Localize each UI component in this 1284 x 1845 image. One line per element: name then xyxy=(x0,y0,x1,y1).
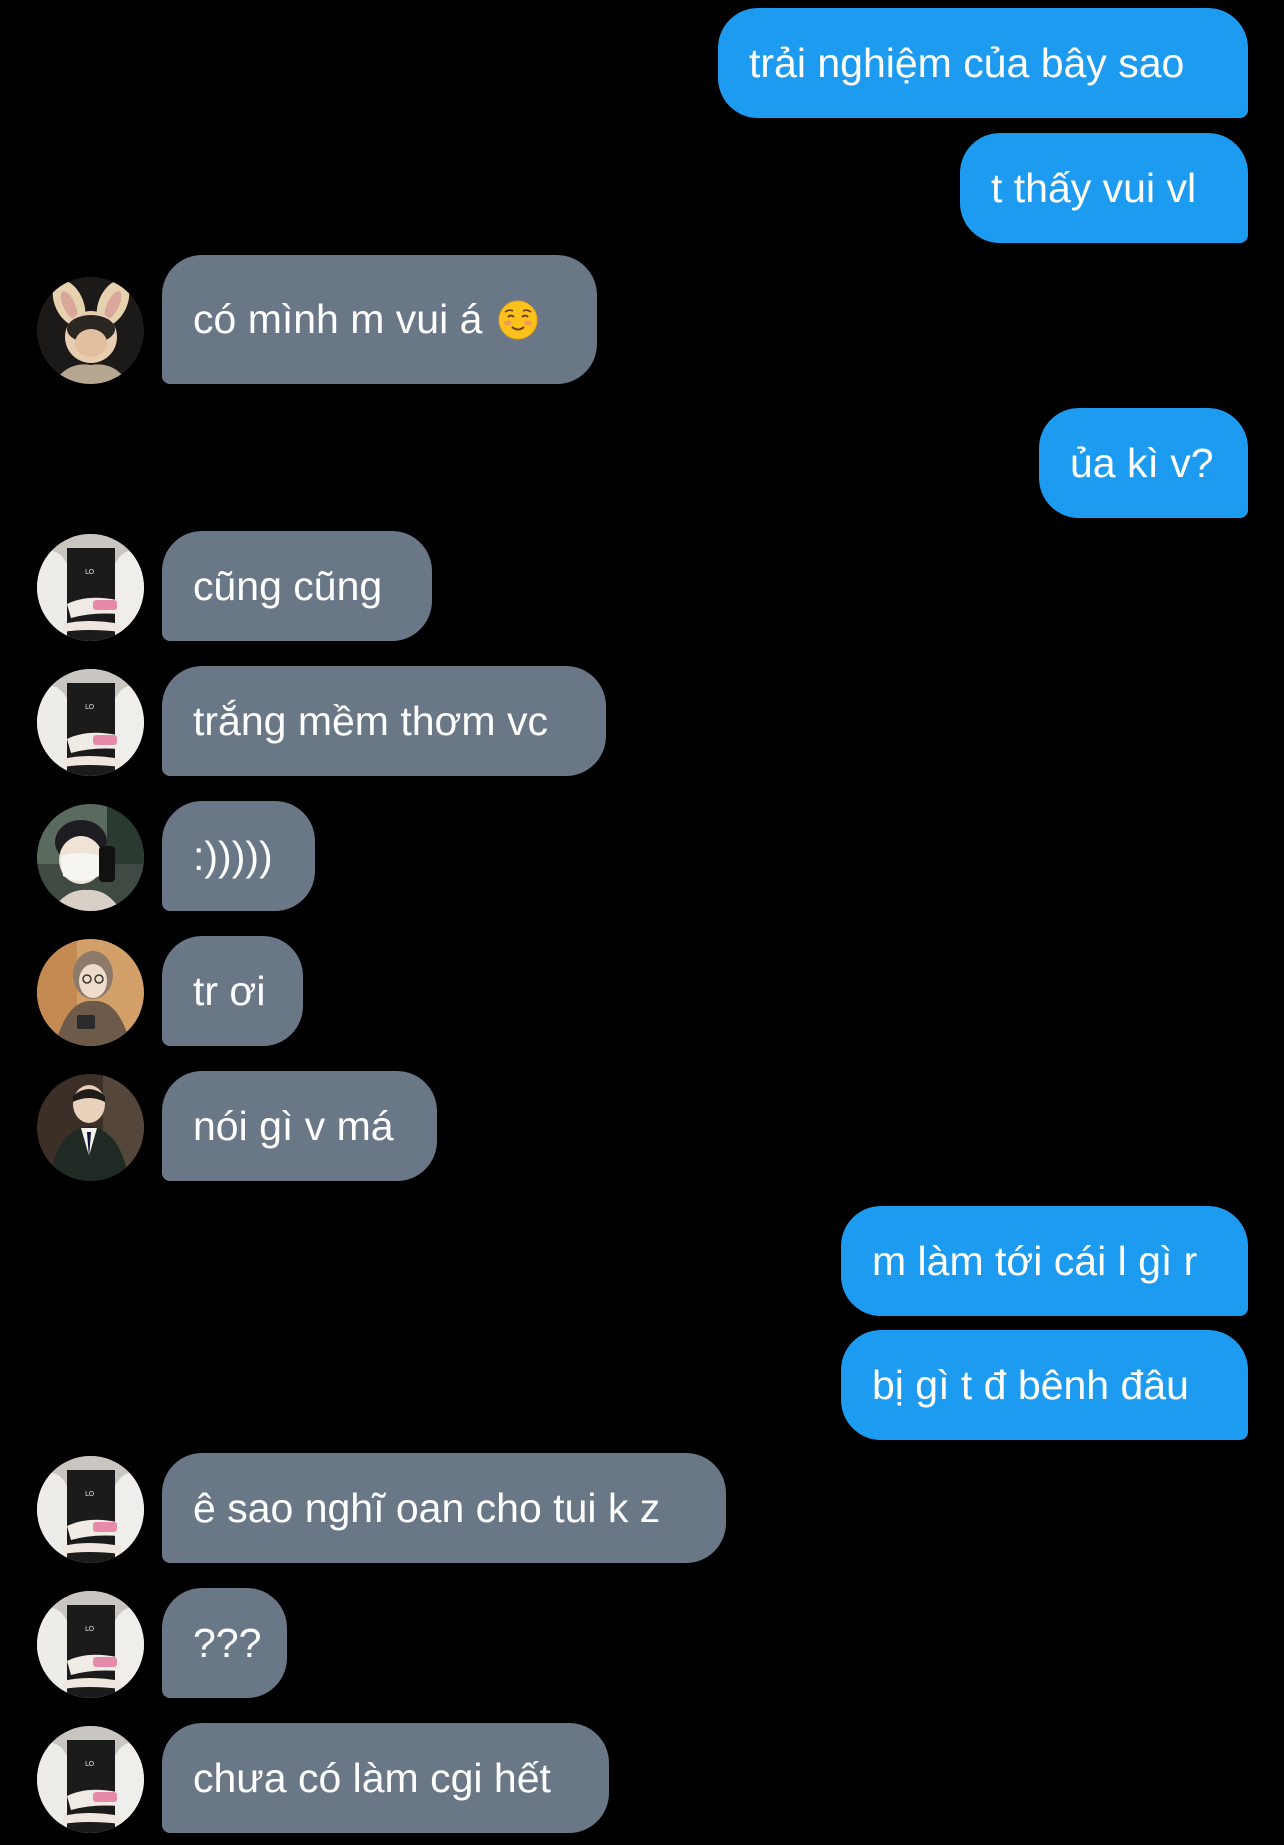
incoming-message-bubble[interactable]: chưa có làm cgi hết xyxy=(162,1723,609,1833)
outgoing-message-bubble[interactable]: bị gì t đ bênh đâu xyxy=(841,1330,1248,1440)
incoming-message-bubble[interactable]: tr ơi xyxy=(162,936,303,1046)
outgoing-message-bubble[interactable]: ủa kì v? xyxy=(1039,408,1248,518)
message-row-outgoing: trải nghiệm của bây sao xyxy=(0,8,1284,118)
message-text: tr ơi xyxy=(193,968,266,1014)
message-row-incoming: trắng mềm thơm vc xyxy=(0,666,1284,776)
message-text: bị gì t đ bênh đâu xyxy=(872,1362,1189,1408)
incoming-message-bubble[interactable]: :))))) xyxy=(162,801,315,911)
message-row-incoming: ??? xyxy=(0,1588,1284,1698)
white-jacket-avatar[interactable] xyxy=(37,1591,144,1698)
message-text: ??? xyxy=(193,1620,262,1666)
message-row-incoming: có mình m vui á xyxy=(0,255,1284,384)
message-row-incoming: tr ơi xyxy=(0,936,1284,1046)
message-row-outgoing: ủa kì v? xyxy=(0,408,1284,518)
outgoing-message-bubble[interactable]: t thấy vui vl xyxy=(960,133,1248,243)
incoming-message-bubble[interactable]: ??? xyxy=(162,1588,287,1698)
message-text: m làm tới cái l gì r xyxy=(872,1238,1198,1284)
message-text: nói gì v má xyxy=(193,1103,394,1149)
message-row-incoming: ê sao nghĩ oan cho tui k z xyxy=(0,1453,1284,1563)
message-text: có mình m vui á xyxy=(193,296,483,342)
incoming-message-bubble[interactable]: có mình m vui á xyxy=(162,255,597,384)
message-row-outgoing: m làm tới cái l gì r xyxy=(0,1206,1284,1316)
message-thread: trải nghiệm của bây sao t thấy vui vl có… xyxy=(0,0,1284,1845)
incoming-message-bubble[interactable]: cũng cũng xyxy=(162,531,432,641)
outgoing-message-bubble[interactable]: m làm tới cái l gì r xyxy=(841,1206,1248,1316)
message-row-incoming: :))))) xyxy=(0,801,1284,911)
message-row-outgoing: t thấy vui vl xyxy=(0,133,1284,243)
message-text: t thấy vui vl xyxy=(991,165,1197,211)
white-jacket-avatar[interactable] xyxy=(37,1456,144,1563)
outgoing-message-bubble[interactable]: trải nghiệm của bây sao xyxy=(718,8,1248,118)
white-jacket-avatar[interactable] xyxy=(37,1726,144,1833)
suit-avatar[interactable] xyxy=(37,1074,144,1181)
message-text: ê sao nghĩ oan cho tui k z xyxy=(193,1485,661,1531)
message-text: ủa kì v? xyxy=(1070,440,1214,486)
message-text: trải nghiệm của bây sao xyxy=(749,40,1185,86)
white-jacket-avatar[interactable] xyxy=(37,669,144,776)
message-row-incoming: chưa có làm cgi hết xyxy=(0,1723,1284,1833)
smiling-blush-emoji xyxy=(498,300,538,340)
incoming-message-bubble[interactable]: trắng mềm thơm vc xyxy=(162,666,606,776)
message-text: :))))) xyxy=(193,833,273,879)
message-row-incoming: cũng cũng xyxy=(0,531,1284,641)
incoming-message-bubble[interactable]: nói gì v má xyxy=(162,1071,437,1181)
message-text: chưa có làm cgi hết xyxy=(193,1755,551,1801)
message-text: trắng mềm thơm vc xyxy=(193,698,548,744)
white-jacket-avatar[interactable] xyxy=(37,534,144,641)
bunny-ears-avatar[interactable] xyxy=(37,277,144,384)
mask-selfie-avatar[interactable] xyxy=(37,804,144,911)
message-row-incoming: nói gì v má xyxy=(0,1071,1284,1181)
glasses-girl-avatar[interactable] xyxy=(37,939,144,1046)
incoming-message-bubble[interactable]: ê sao nghĩ oan cho tui k z xyxy=(162,1453,726,1563)
message-row-outgoing: bị gì t đ bênh đâu xyxy=(0,1330,1284,1440)
message-text: cũng cũng xyxy=(193,563,383,609)
